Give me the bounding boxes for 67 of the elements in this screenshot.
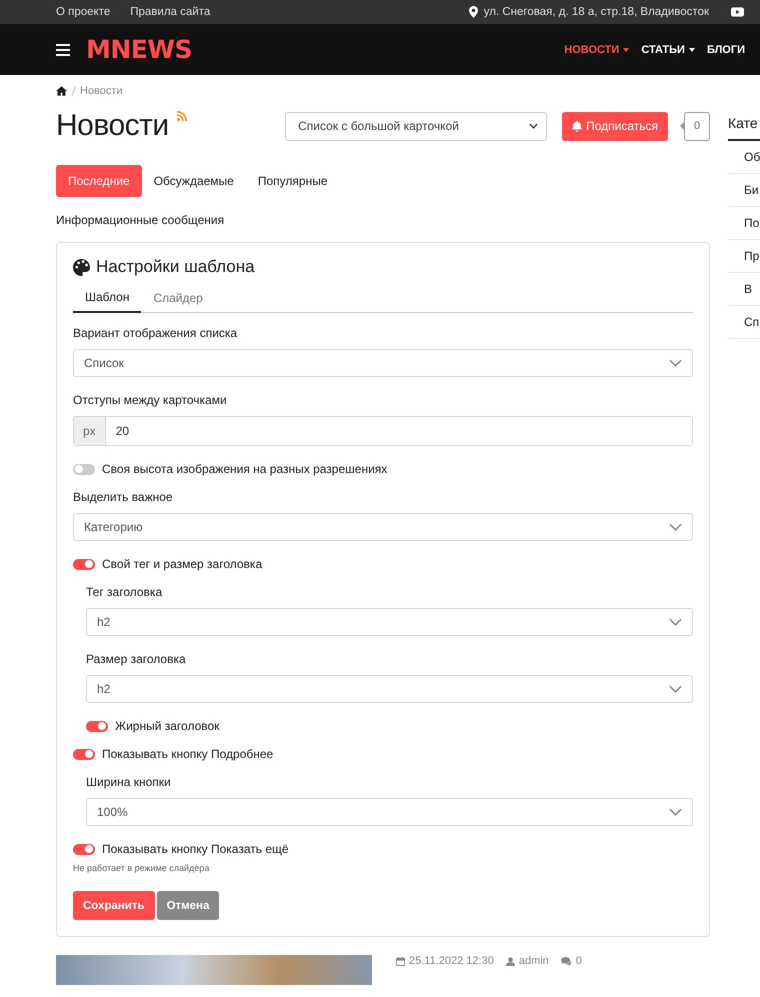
chevron-down-icon	[669, 523, 682, 531]
nav-link[interactable]: СТАТЬИ	[641, 44, 695, 56]
page-title: Новости	[56, 109, 169, 143]
category-link[interactable]: По	[728, 207, 760, 240]
select-field[interactable]: h2	[86, 608, 693, 636]
post-author: admin	[518, 955, 549, 967]
card-title: Настройки шаблона	[96, 257, 255, 277]
category-link[interactable]: В	[728, 273, 760, 306]
home-icon	[56, 86, 67, 96]
select-field[interactable]: Список	[73, 349, 693, 377]
switch-label: Своя высота изображения на разных разрешениях	[102, 462, 388, 476]
chevron-down-icon	[669, 618, 682, 626]
toggle-switch[interactable]	[73, 464, 95, 474]
site-logo[interactable]: MNEWS	[86, 35, 192, 64]
top-link[interactable]: Правила сайта	[130, 6, 210, 18]
filter-tab[interactable]: Популярные	[246, 165, 340, 197]
calendar-icon	[396, 956, 405, 966]
switch-label: Показывать кнопку Показать ещё	[102, 842, 289, 856]
category-link[interactable]: Сп	[728, 306, 760, 339]
breadcrumb-link[interactable]: Новости	[80, 85, 123, 97]
filter-tab[interactable]: Обсуждаемые	[142, 165, 246, 197]
switch-label: Показывать кнопку Подробнее	[102, 747, 274, 761]
field-label: Выделить важное	[73, 490, 174, 504]
settings-tab[interactable]: Шаблон	[73, 285, 142, 313]
user-icon	[506, 956, 515, 966]
field-label: Тег заголовка	[86, 585, 164, 599]
nav-link[interactable]: НОВОСТИ	[564, 44, 630, 56]
sidebar-title: Кате	[728, 115, 760, 141]
nav-link[interactable]: БЛОГИ	[706, 44, 745, 56]
field-label: Ширина кнопки	[86, 775, 172, 789]
hint-text: Не работает в режиме слайдера	[73, 863, 210, 873]
chevron-down-icon	[669, 359, 682, 367]
address-text: ул. Снеговая, д. 18 а, стр.18, Владивосток	[484, 6, 709, 18]
unit-addon: px	[74, 417, 106, 445]
top-link[interactable]: О проекте	[56, 6, 110, 18]
rss-icon	[176, 111, 187, 121]
video-play-icon	[731, 7, 744, 17]
field-label: Отступы между карточками	[73, 393, 228, 407]
select-field[interactable]: h2	[86, 675, 693, 703]
palette-icon	[73, 258, 90, 276]
chevron-down-icon	[669, 808, 682, 816]
bell-icon	[572, 120, 582, 132]
toggle-switch[interactable]	[73, 748, 95, 760]
toggle-switch[interactable]	[86, 720, 108, 732]
settings-tab[interactable]: Слайдер	[141, 285, 215, 313]
chevron-down-icon	[529, 123, 538, 129]
view-select[interactable]: Список с большой карточкой	[285, 112, 548, 140]
select-field[interactable]: Категорию	[73, 513, 693, 541]
post-date: 25.11.2022 12:30	[409, 955, 494, 967]
chevron-down-icon	[669, 685, 682, 693]
comment-count: 0	[576, 955, 582, 967]
field-label: Размер заголовка	[86, 652, 187, 666]
cancel-button[interactable]: Отмена	[156, 891, 220, 920]
toggle-switch[interactable]	[73, 844, 95, 854]
switch-label: Жирный заголовок	[115, 719, 220, 733]
select-field[interactable]: 100%	[86, 798, 693, 826]
field-label: Вариант отображения списка	[73, 326, 238, 340]
toggle-switch[interactable]	[73, 558, 95, 570]
location-pin-icon	[468, 6, 478, 18]
input-field[interactable]: px 20	[73, 416, 693, 446]
category-link[interactable]: Би	[728, 174, 760, 207]
category-link[interactable]: Пр	[728, 240, 760, 273]
switch-label: Свой тег и размер заголовка	[102, 557, 262, 571]
comments-icon	[560, 956, 572, 966]
section-title: Информационные сообщения	[56, 213, 226, 227]
category-link[interactable]: Об	[728, 141, 760, 174]
menu-icon	[56, 44, 70, 56]
